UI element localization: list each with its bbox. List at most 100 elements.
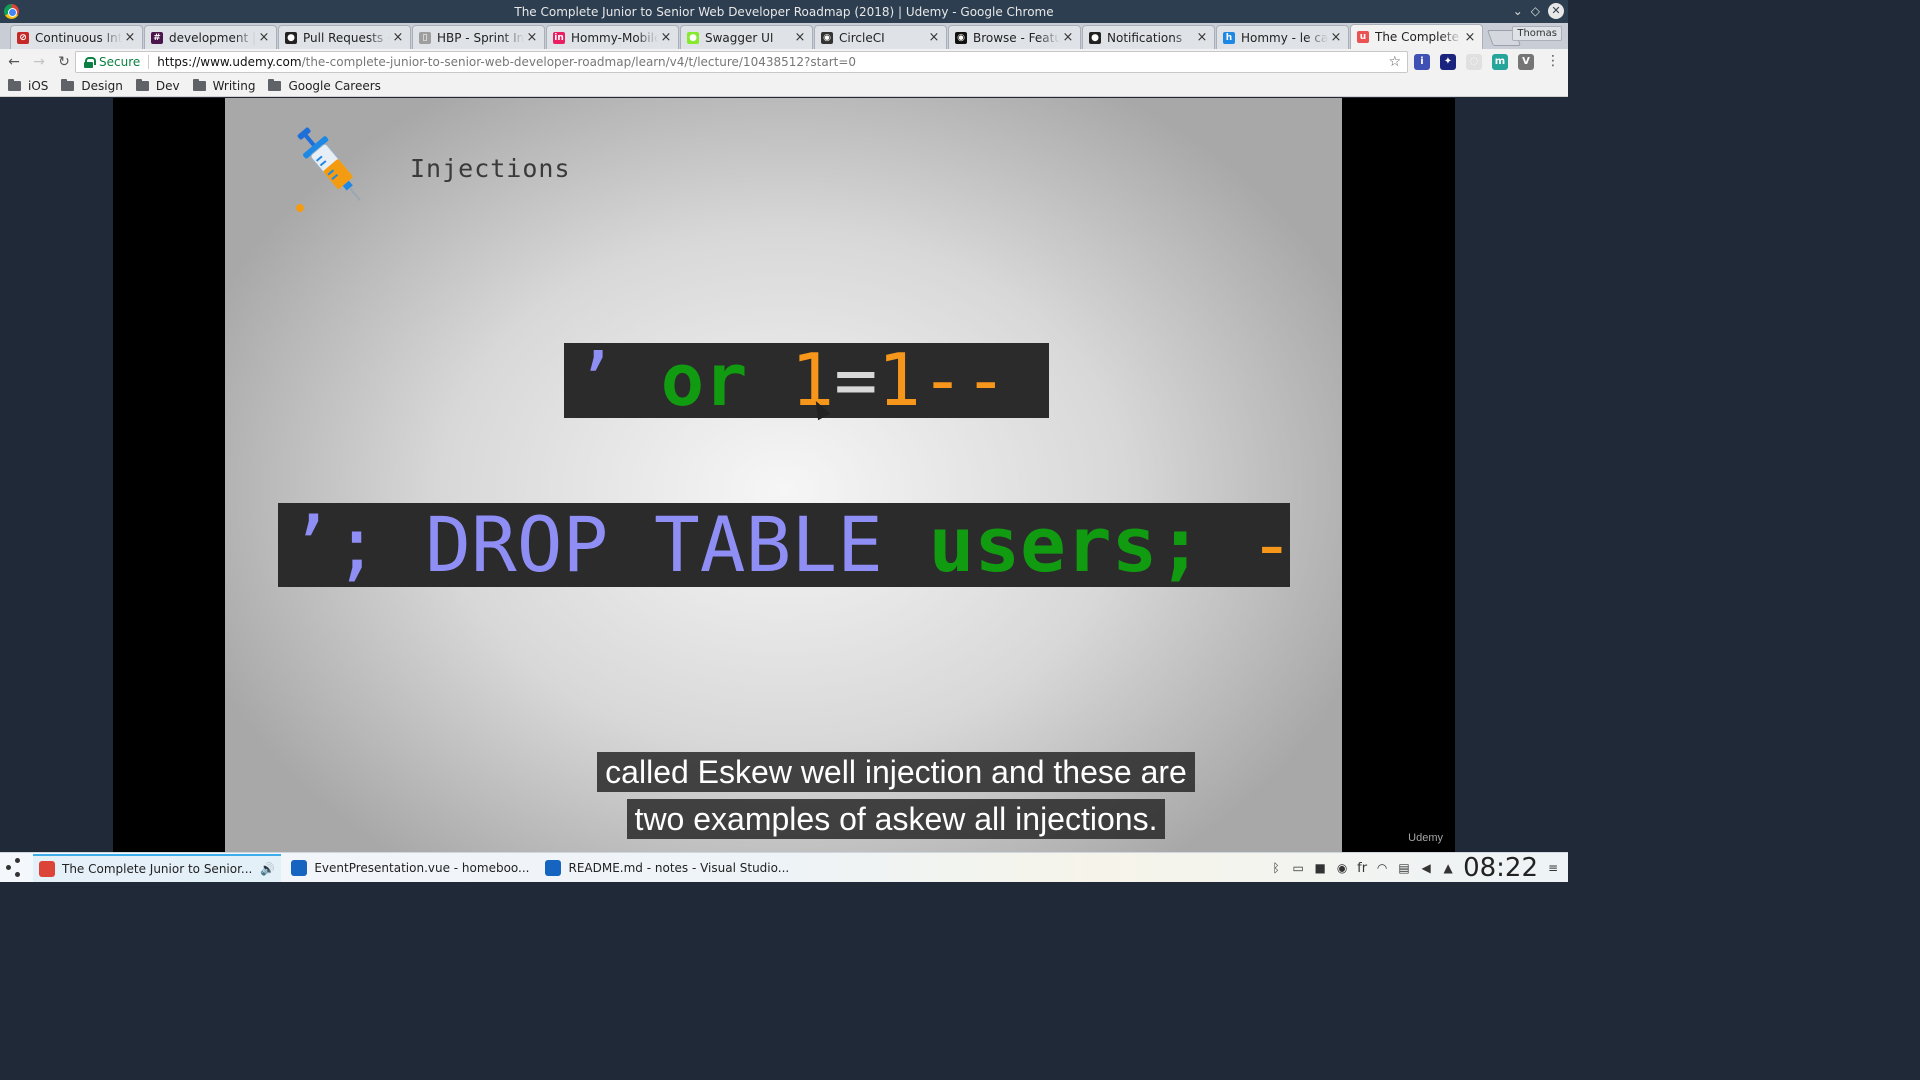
code-token: -- <box>1249 503 1290 587</box>
reload-button[interactable]: ↻ <box>53 51 75 73</box>
wifi-icon[interactable]: ◠ <box>1375 861 1389 875</box>
minimize-icon[interactable]: ⌄ <box>1513 4 1523 18</box>
tab-10[interactable]: h Hommy - le carne× <box>1216 25 1349 49</box>
taskbar-task-3[interactable]: README.md - notes - Visual Studio... <box>539 854 795 882</box>
tab-3[interactable]: ● Pull Requests · ac× <box>278 25 411 49</box>
caption-line-1: called Eskew well injection and these ar… <box>597 752 1195 792</box>
subtitles: called Eskew well injection and these ar… <box>225 752 1342 846</box>
clock[interactable]: 08:22 <box>1463 853 1538 883</box>
tab-close-icon[interactable]: × <box>526 30 538 45</box>
taskbar-task-2[interactable]: EventPresentation.vue - homeboo... <box>285 854 535 882</box>
tab-close-icon[interactable]: × <box>794 30 806 45</box>
folder-icon <box>268 78 282 91</box>
folder-icon <box>192 78 206 91</box>
close-window-icon[interactable]: ✕ <box>1548 3 1564 19</box>
tab-favicon-icon: ◉ <box>955 31 967 44</box>
window-titlebar: The Complete Junior to Senior Web Develo… <box>0 0 1568 23</box>
bookmark-label: iOS <box>28 78 49 93</box>
taskbar-task-1[interactable]: The Complete Junior to Senior... 🔊 <box>33 853 282 882</box>
extension-4-icon[interactable]: m <box>1492 54 1508 70</box>
forward-button[interactable]: → <box>28 51 50 73</box>
system-tray: ᛒ ▭ ■ ◉ fr ◠ ▤ ◀ ▲ 08:22 ≡ <box>1269 853 1568 883</box>
tab-label: Swagger UI <box>705 30 774 45</box>
bookmark-folder-dev[interactable]: Dev <box>135 78 180 93</box>
tab-close-icon[interactable]: × <box>1062 30 1074 45</box>
bookmark-label: Google Careers <box>288 78 381 93</box>
tab-9[interactable]: ● Notifications × <box>1082 25 1215 49</box>
tab-close-icon[interactable]: × <box>928 30 940 45</box>
chrome-menu-icon[interactable]: ⋮ <box>1546 53 1560 69</box>
tab-favicon-icon: # <box>151 31 163 44</box>
audio-playing-icon[interactable]: 🔊 <box>260 862 275 876</box>
bookmark-folder-design[interactable]: Design <box>61 78 123 93</box>
extension-3-icon[interactable]: ◌ <box>1466 54 1482 70</box>
tab-favicon-icon: in <box>553 31 565 44</box>
tray-expand-icon[interactable]: ▲ <box>1441 861 1455 875</box>
bookmark-folder-google-careers[interactable]: Google Careers <box>268 78 381 93</box>
tab-close-icon[interactable]: × <box>258 30 270 45</box>
tab-favicon-icon: ◉ <box>821 31 833 44</box>
tab-label: Browse - Feature <box>973 30 1060 45</box>
app-icon <box>39 860 55 877</box>
vpn-icon[interactable]: ◉ <box>1335 861 1349 875</box>
slide-title: Injections <box>410 154 571 183</box>
tab-close-icon[interactable]: × <box>392 30 404 45</box>
tab-favicon-icon: ▯ <box>419 31 431 44</box>
maximize-icon[interactable]: ◇ <box>1531 4 1540 18</box>
folder-icon <box>8 78 21 91</box>
bookmark-label: Dev <box>155 78 180 93</box>
tab-2[interactable]: # development | H× <box>144 25 277 49</box>
tab-8[interactable]: ◉ Browse - Feature× <box>948 25 1081 49</box>
bookmark-label: Writing <box>212 78 256 93</box>
tab-6[interactable]: ● Swagger UI × <box>680 25 813 49</box>
tab-4[interactable]: ▯ HBP - Sprint In pr× <box>412 25 545 49</box>
tab-11[interactable]: u The Complete × <box>1350 24 1483 49</box>
bookmark-folder-writing[interactable]: Writing <box>192 78 256 93</box>
extensions-area: i ✦ ◌ m V <box>1414 54 1534 70</box>
extension-1-icon[interactable]: i <box>1414 54 1430 70</box>
video-player[interactable]: Injections ’ or 1=1-- ’; DROP TABLE user… <box>113 98 1455 852</box>
back-button[interactable]: ← <box>3 51 25 73</box>
task-list: The Complete Junior to Senior... 🔊 EventPr… <box>29 853 795 882</box>
battery-icon[interactable]: ▭ <box>1291 861 1305 875</box>
tab-strip: ⊘Continuous Integ×#development | H×●Pull… <box>0 23 1568 49</box>
clipboard-icon[interactable]: ▤ <box>1397 861 1411 875</box>
os-taskbar: The Complete Junior to Senior... 🔊 EventPr… <box>0 852 1568 883</box>
url-host: https://www.udemy.com <box>157 55 302 69</box>
bookmark-star-icon[interactable]: ☆ <box>1388 54 1401 70</box>
lock-icon <box>84 56 96 68</box>
tab-favicon-icon: ● <box>285 31 297 44</box>
tab-close-icon[interactable]: × <box>1196 30 1208 45</box>
address-bar[interactable]: Secure https://www.udemy.com /the-comple… <box>75 51 1408 73</box>
syringe-icon <box>296 127 361 212</box>
profile-button[interactable]: Thomas <box>1512 26 1562 41</box>
task-label: README.md - notes - Visual Studio... <box>568 860 790 875</box>
tab-close-icon[interactable]: × <box>660 30 672 45</box>
tab-favicon-icon: ● <box>687 31 699 44</box>
bluetooth-icon[interactable]: ᛒ <box>1269 861 1283 875</box>
bookmark-label: Design <box>81 78 123 93</box>
app-tray-icon[interactable]: ■ <box>1313 861 1327 875</box>
tab-label: CircleCI <box>839 30 885 45</box>
keyboard-layout[interactable]: fr <box>1357 861 1367 876</box>
app-launcher-icon[interactable] <box>3 855 29 881</box>
tab-1[interactable]: ⊘ Continuous Integ× <box>10 25 143 49</box>
code-token: ’; DROP TABLE <box>288 503 929 587</box>
task-label: EventPresentation.vue - homeboo... <box>314 860 530 875</box>
tab-7[interactable]: ◉ CircleCI × <box>814 25 947 49</box>
tab-close-icon[interactable]: × <box>124 30 136 45</box>
taskbar-menu-icon[interactable]: ≡ <box>1546 861 1560 875</box>
bookmark-folder-ios[interactable]: iOS <box>8 78 49 93</box>
tab-label: The Complete <box>1375 30 1459 44</box>
tab-favicon-icon: u <box>1357 31 1369 43</box>
tab-label: Notifications <box>1107 30 1183 45</box>
tab-label: Hommy-Mobile F <box>571 30 658 45</box>
tab-close-icon[interactable]: × <box>1330 30 1342 45</box>
tab-favicon-icon: ⊘ <box>17 31 29 44</box>
extension-2-icon[interactable]: ✦ <box>1440 54 1456 70</box>
tab-5[interactable]: in Hommy-Mobile F× <box>546 25 679 49</box>
extension-5-icon[interactable]: V <box>1518 54 1534 70</box>
volume-icon[interactable]: ◀ <box>1419 861 1433 875</box>
tab-close-icon[interactable]: × <box>1464 30 1476 45</box>
browser-toolbar: ← → ↻ Secure https://www.udemy.com /the-… <box>0 49 1568 75</box>
